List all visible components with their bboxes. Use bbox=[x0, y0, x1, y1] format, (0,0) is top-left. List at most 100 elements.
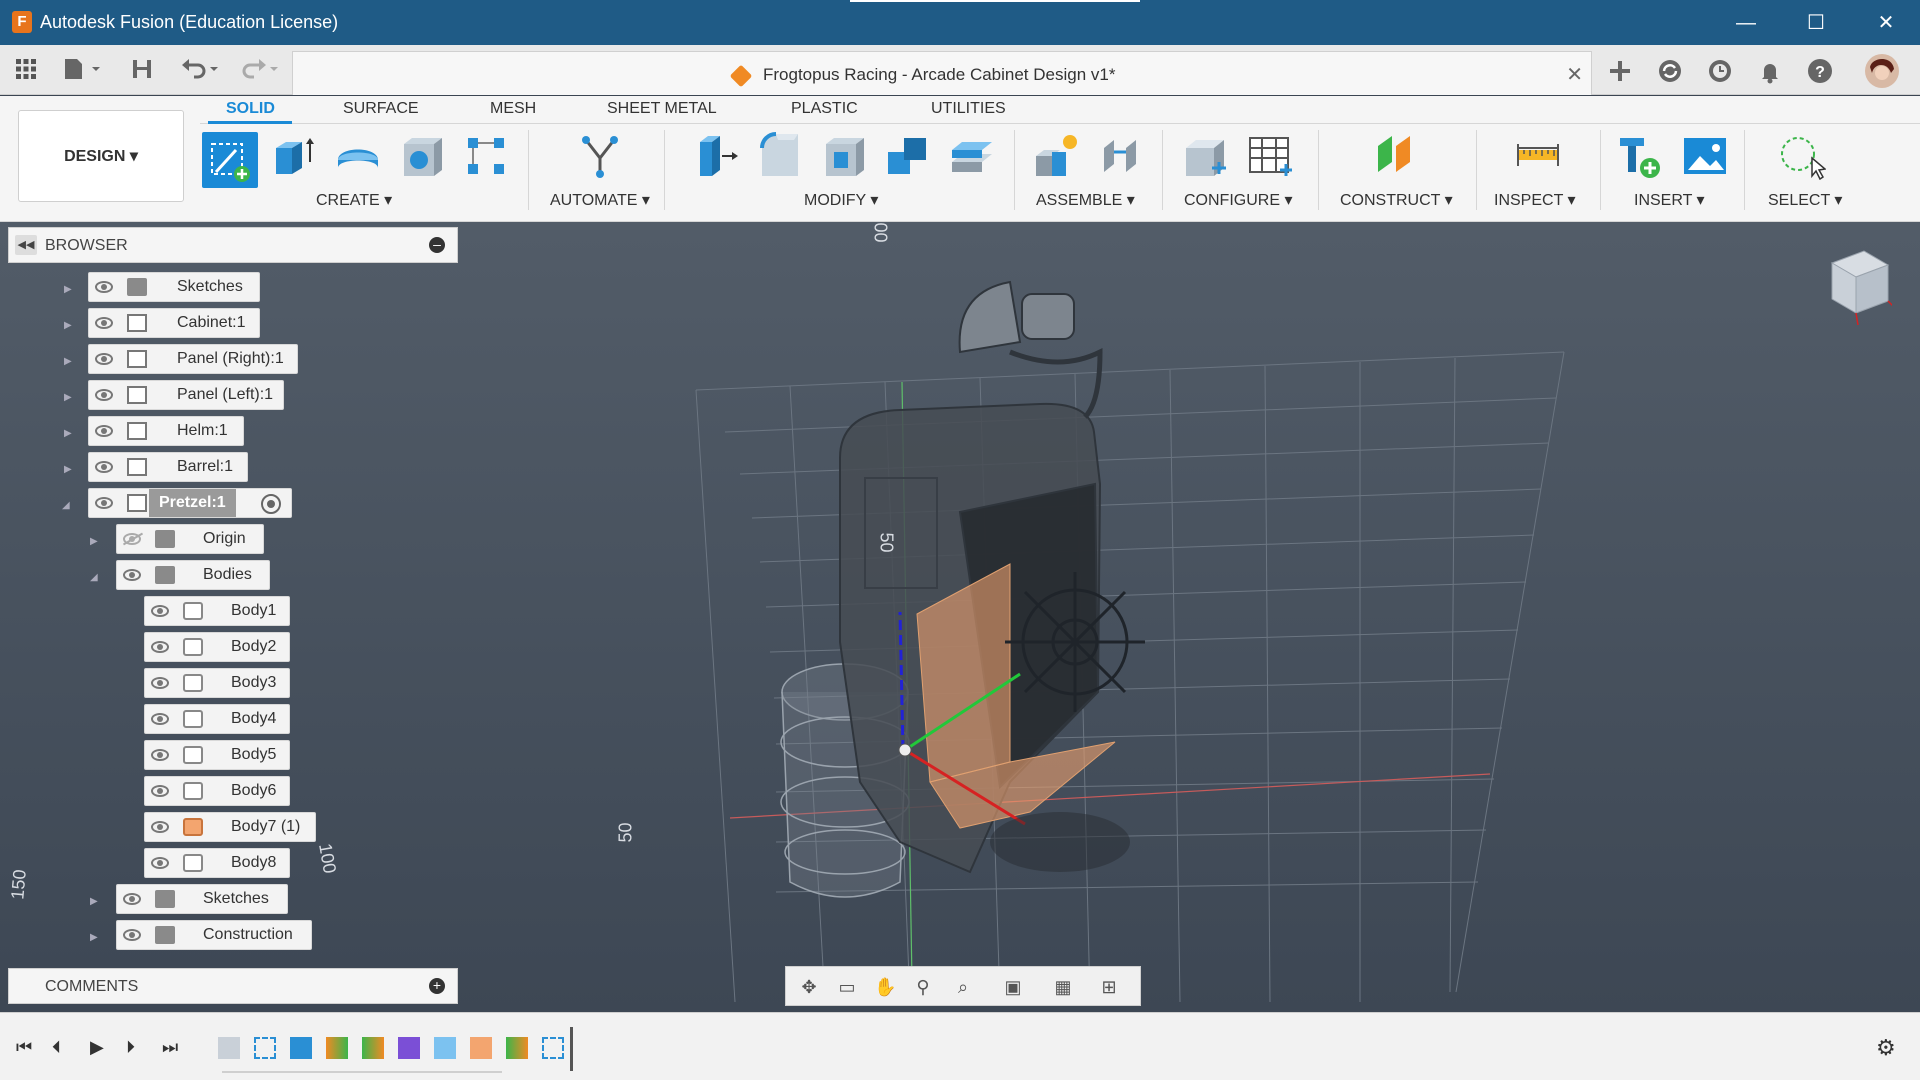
revolve-icon[interactable] bbox=[334, 132, 382, 180]
close-window-button[interactable]: ✕ bbox=[1866, 8, 1906, 38]
group-create[interactable]: CREATE ▾ bbox=[316, 190, 392, 210]
fit-zoom-icon[interactable]: ⌕ bbox=[952, 976, 974, 998]
press-pull-icon[interactable] bbox=[692, 132, 740, 180]
tree-node[interactable]: Body3 bbox=[144, 668, 290, 698]
measure-icon[interactable] bbox=[1514, 132, 1562, 180]
tab-surface[interactable]: SURFACE bbox=[343, 100, 419, 118]
combine-icon[interactable] bbox=[884, 132, 932, 180]
minimize-button[interactable]: — bbox=[1726, 8, 1766, 38]
group-construct[interactable]: CONSTRUCT ▾ bbox=[1340, 190, 1453, 210]
orbit-icon[interactable]: ✥ bbox=[798, 976, 820, 998]
tree-node[interactable]: Bodies bbox=[116, 560, 270, 590]
group-insert[interactable]: INSERT ▾ bbox=[1634, 190, 1705, 210]
pattern-icon[interactable] bbox=[462, 132, 510, 180]
timeline-plane-icon[interactable] bbox=[362, 1037, 384, 1059]
view-cube[interactable] bbox=[1822, 247, 1895, 327]
expand-arrow-icon[interactable]: ▶ bbox=[64, 355, 74, 369]
tree-node[interactable]: Body7 (1) bbox=[144, 812, 316, 842]
close-document-button[interactable]: ✕ bbox=[1566, 62, 1583, 87]
go-to-start-icon[interactable]: ⏮ bbox=[16, 1037, 32, 1058]
group-assemble[interactable]: ASSEMBLE ▾ bbox=[1036, 190, 1135, 210]
tree-node[interactable]: Panel (Right):1 bbox=[88, 344, 298, 374]
joint-icon[interactable] bbox=[1096, 132, 1144, 180]
shell-icon[interactable] bbox=[820, 132, 868, 180]
expand-arrow-icon[interactable]: ▶ bbox=[64, 427, 74, 441]
create-sketch-icon[interactable] bbox=[202, 132, 258, 188]
offset-face-icon[interactable] bbox=[948, 132, 996, 180]
tree-node[interactable]: Panel (Left):1 bbox=[88, 380, 284, 410]
collapse-arrow-icon[interactable]: ◢ bbox=[62, 499, 72, 513]
collapse-arrow-icon[interactable]: ◢ bbox=[90, 571, 100, 585]
expand-arrow-icon[interactable]: ▶ bbox=[64, 463, 74, 477]
save-icon[interactable] bbox=[130, 57, 154, 85]
visibility-eye-icon[interactable] bbox=[151, 785, 169, 797]
timeline-plane-icon[interactable] bbox=[506, 1037, 528, 1059]
tree-node[interactable]: Body5 bbox=[144, 740, 290, 770]
expand-arrow-icon[interactable]: ▶ bbox=[90, 931, 100, 945]
hidden-eye-icon[interactable] bbox=[123, 533, 141, 545]
fillet-icon[interactable] bbox=[756, 132, 804, 180]
job-status-icon[interactable] bbox=[1656, 57, 1684, 85]
step-back-icon[interactable]: ⏴ bbox=[52, 1037, 61, 1058]
tree-node[interactable]: Body6 bbox=[144, 776, 290, 806]
play-icon[interactable]: ▶ bbox=[90, 1037, 104, 1058]
visibility-eye-icon[interactable] bbox=[151, 677, 169, 689]
tree-node[interactable]: Body4 bbox=[144, 704, 290, 734]
group-automate[interactable]: AUTOMATE ▾ bbox=[550, 190, 650, 210]
visibility-eye-icon[interactable] bbox=[95, 353, 113, 365]
tree-node-active[interactable]: Pretzel:1 bbox=[88, 488, 292, 518]
timeline-form-icon[interactable] bbox=[398, 1037, 420, 1059]
tab-mesh[interactable]: MESH bbox=[490, 100, 536, 118]
browser-minimize-icon[interactable]: – bbox=[429, 237, 445, 253]
visibility-eye-icon[interactable] bbox=[151, 857, 169, 869]
offset-plane-icon[interactable] bbox=[1372, 132, 1420, 180]
visibility-eye-icon[interactable] bbox=[95, 425, 113, 437]
visibility-eye-icon[interactable] bbox=[95, 461, 113, 473]
insert-canvas-image-icon[interactable] bbox=[1682, 132, 1730, 180]
visibility-eye-icon[interactable] bbox=[95, 497, 113, 509]
visibility-eye-icon[interactable] bbox=[151, 821, 169, 833]
tab-plastic[interactable]: PLASTIC bbox=[791, 100, 858, 118]
pan-hand-icon[interactable]: ✋ bbox=[874, 976, 896, 998]
visibility-eye-icon[interactable] bbox=[151, 713, 169, 725]
timeline-marker[interactable] bbox=[570, 1027, 573, 1071]
expand-arrow-icon[interactable]: ▶ bbox=[64, 319, 74, 333]
go-to-end-icon[interactable]: ⏭ bbox=[162, 1037, 178, 1058]
timeline-extrude-icon[interactable] bbox=[290, 1037, 312, 1059]
zoom-icon[interactable]: ⚲ bbox=[912, 976, 934, 998]
visibility-eye-icon[interactable] bbox=[95, 281, 113, 293]
visibility-eye-icon[interactable] bbox=[95, 389, 113, 401]
new-component-icon[interactable] bbox=[1032, 132, 1080, 180]
configuration-table-icon[interactable] bbox=[1246, 132, 1294, 180]
look-at-icon[interactable]: ▭ bbox=[836, 976, 858, 998]
tree-node[interactable]: Body8 bbox=[144, 848, 290, 878]
tab-solid[interactable]: SOLID bbox=[226, 100, 275, 118]
group-inspect[interactable]: INSPECT ▾ bbox=[1494, 190, 1576, 210]
timeline-plane-icon[interactable] bbox=[326, 1037, 348, 1059]
redo-icon[interactable] bbox=[236, 57, 280, 85]
visibility-eye-icon[interactable] bbox=[123, 569, 141, 581]
help-icon[interactable]: ? bbox=[1806, 57, 1834, 85]
workspace-switcher[interactable]: DESIGN ▾ bbox=[18, 110, 184, 202]
file-menu-icon[interactable] bbox=[62, 57, 102, 85]
user-avatar[interactable] bbox=[1864, 53, 1900, 89]
tab-sheet-metal[interactable]: SHEET METAL bbox=[607, 100, 717, 118]
expand-arrow-icon[interactable]: ▶ bbox=[90, 895, 100, 909]
insert-derive-icon[interactable] bbox=[1616, 132, 1664, 180]
expand-arrow-icon[interactable]: ▶ bbox=[64, 283, 74, 297]
recent-clock-icon[interactable] bbox=[1706, 57, 1734, 85]
tree-node[interactable]: Construction bbox=[116, 920, 312, 950]
configure-icon[interactable] bbox=[1182, 132, 1230, 180]
visibility-eye-icon[interactable] bbox=[151, 641, 169, 653]
visibility-eye-icon[interactable] bbox=[95, 317, 113, 329]
tree-node[interactable]: Barrel:1 bbox=[88, 452, 248, 482]
data-panel-grid-icon[interactable] bbox=[14, 57, 38, 85]
tree-node[interactable]: Body2 bbox=[144, 632, 290, 662]
undo-icon[interactable] bbox=[180, 57, 224, 85]
maximize-button[interactable]: ☐ bbox=[1796, 8, 1836, 38]
expand-arrow-icon[interactable]: ▶ bbox=[90, 535, 100, 549]
timeline-offset-icon[interactable] bbox=[434, 1037, 456, 1059]
tree-node[interactable]: Sketches bbox=[88, 272, 260, 302]
display-settings-icon[interactable]: ▣ bbox=[1002, 976, 1024, 998]
new-tab-plus-icon[interactable] bbox=[1606, 57, 1634, 85]
